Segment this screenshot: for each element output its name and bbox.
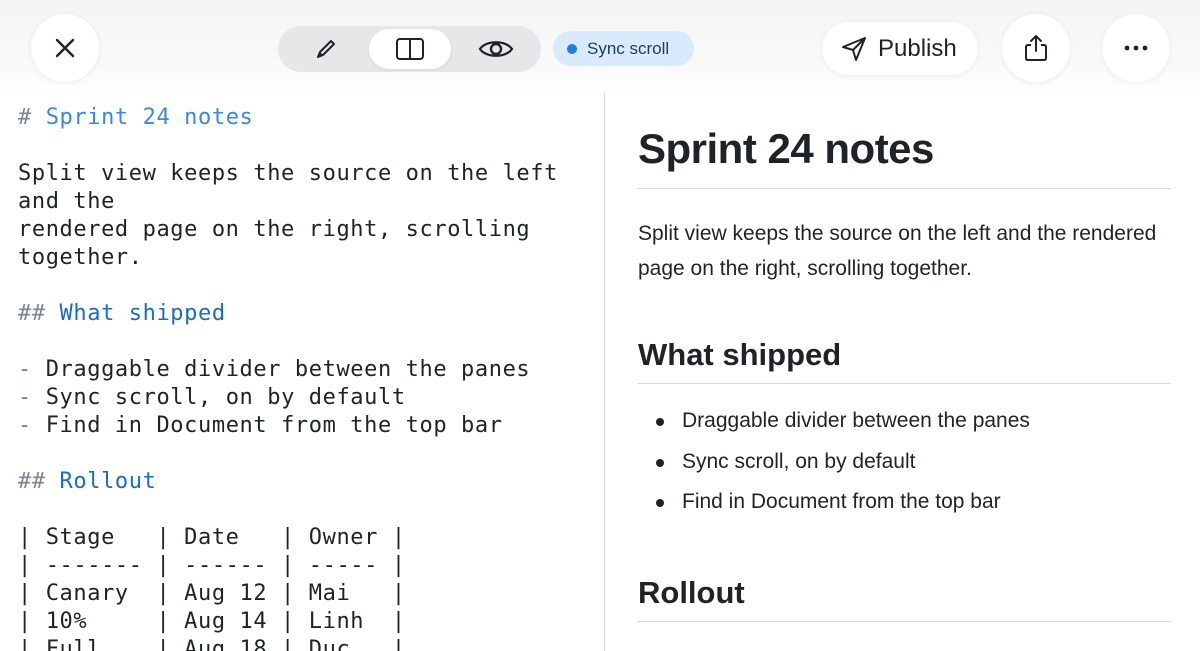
source-line: # Sprint 24 notes (18, 104, 598, 132)
source-line: Split view keeps the source on the left (18, 160, 598, 188)
preview-intro: Split view keeps the source on the left … (638, 222, 1157, 280)
more-button[interactable] (1102, 14, 1170, 82)
source-line-text: together. (18, 245, 143, 270)
source-line-text: Sync scroll, on by default (45, 385, 406, 410)
sync-scroll-toggle[interactable]: Sync scroll (553, 31, 694, 66)
preview-shipped-list: Draggable divider between the panes Sync… (638, 401, 1171, 523)
source-line: | 10% | Aug 14 | Linh | (18, 608, 598, 636)
eye-icon (478, 41, 514, 57)
more-icon (1124, 45, 1148, 51)
markdown-marker: - (18, 413, 46, 438)
source-line: | Full | Aug 18 | Duc | (18, 636, 598, 651)
publish-button[interactable]: Publish (822, 22, 978, 75)
markdown-marker: - (18, 385, 46, 410)
source-line-text: Rollout (59, 469, 157, 494)
source-line: together. (18, 244, 598, 272)
source-line: | ------- | ------ | ----- | (18, 552, 598, 580)
source-line: rendered page on the right, scrolling (18, 216, 598, 244)
source-line-text: rendered page on the right, scrolling (18, 217, 531, 242)
list-item: Draggable divider between the panes (638, 401, 1171, 442)
markdown-marker: ## (18, 301, 60, 326)
source-line-text: | Canary | Aug 12 | Mai | (18, 581, 406, 606)
split-view-icon (396, 38, 424, 60)
source-line (18, 496, 598, 524)
source-line: ## Rollout (18, 468, 598, 496)
source-line (18, 328, 598, 356)
source-line-text: | Stage | Date | Owner | (18, 525, 406, 550)
pane-divider[interactable] (604, 92, 605, 651)
top-bar: Sync scroll Publish (0, 0, 1200, 96)
close-button[interactable] (31, 14, 99, 82)
markdown-marker: - (18, 357, 46, 382)
source-line (18, 132, 598, 160)
pencil-icon (317, 40, 335, 58)
markdown-source-editor[interactable]: # Sprint 24 notes Split view keeps the so… (18, 104, 598, 651)
list-item: Sync scroll, on by default (638, 442, 1171, 483)
source-line-text: Split view keeps the source on the left (18, 161, 558, 186)
source-line: | Canary | Aug 12 | Mai | (18, 580, 598, 608)
share-button[interactable] (1002, 14, 1070, 82)
source-line-text: Sprint 24 notes (45, 105, 254, 130)
view-mode-segmented-control (278, 26, 541, 72)
source-line-text: Find in Document from the top bar (45, 413, 503, 438)
markdown-marker: # (18, 105, 46, 130)
close-icon (55, 38, 75, 58)
publish-label: Publish (878, 34, 957, 62)
source-line-text: | 10% | Aug 14 | Linh | (18, 609, 406, 634)
source-line-text: | ------- | ------ | ----- | (18, 553, 406, 578)
source-line: - Draggable divider between the panes (18, 356, 598, 384)
source-line-text: What shipped (59, 301, 226, 326)
source-line-text: | Full | Aug 18 | Duc | (18, 637, 406, 651)
source-line: | Stage | Date | Owner | (18, 524, 598, 552)
source-line (18, 440, 598, 468)
source-line: ## What shipped (18, 300, 598, 328)
source-line: and the (18, 188, 598, 216)
preview-heading-rollout: Rollout (638, 571, 1171, 622)
source-line-text: and the (18, 189, 115, 214)
sync-status-dot (567, 43, 577, 54)
preview-title: Sprint 24 notes (638, 122, 1171, 189)
source-line: - Sync scroll, on by default (18, 384, 598, 412)
preview-mode-button[interactable] (454, 29, 538, 69)
send-icon (842, 36, 866, 61)
list-item: Find in Document from the top bar (638, 482, 1171, 523)
source-line (18, 272, 598, 300)
sync-scroll-label: Sync scroll (587, 38, 670, 58)
split-mode-button[interactable] (369, 29, 451, 69)
source-line-text: Draggable divider between the panes (45, 357, 531, 382)
rendered-preview: Sprint 24 notes Split view keeps the sou… (638, 122, 1171, 622)
share-icon (1025, 35, 1047, 61)
markdown-marker: ## (18, 469, 60, 494)
preview-heading-what-shipped: What shipped (638, 333, 1171, 384)
edit-mode-button[interactable] (284, 29, 368, 69)
source-line: - Find in Document from the top bar (18, 412, 598, 440)
